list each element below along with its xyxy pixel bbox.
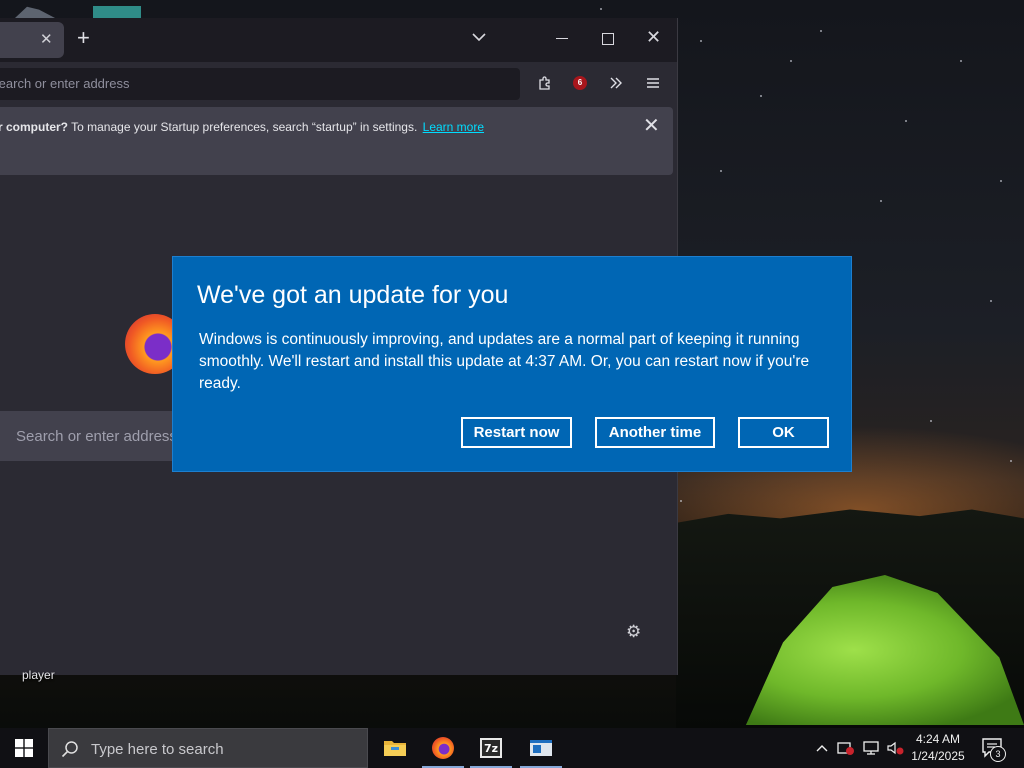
window-close-icon[interactable]: ✕ — [646, 28, 661, 46]
notification-count-badge: 3 — [990, 746, 1006, 762]
taskbar-firefox[interactable] — [419, 728, 467, 768]
new-tab-icon[interactable]: + — [77, 27, 90, 49]
restart-now-button[interactable]: Restart now — [461, 417, 572, 448]
taskbar-clock[interactable]: 4:24 AM 1/24/2025 — [904, 731, 972, 765]
taskbar-7zip[interactable]: 7z — [467, 728, 515, 768]
newtab-settings-gear-icon[interactable]: ⚙ — [626, 622, 641, 642]
list-all-tabs-icon[interactable] — [470, 28, 488, 46]
startup-notification-bar: r computer? To manage your Startup prefe… — [0, 107, 673, 175]
dialog-title: We've got an update for you — [197, 281, 509, 309]
browser-tab[interactable]: ✕ — [0, 22, 64, 58]
taskbar-file-explorer[interactable] — [371, 728, 419, 768]
7zip-icon: 7z — [480, 738, 502, 758]
firefox-navbar: 6 — [0, 62, 677, 104]
window-app-icon — [530, 740, 552, 756]
clock-time: 4:24 AM — [915, 732, 961, 746]
learn-more-link[interactable]: Learn more — [423, 120, 484, 134]
extensions-icon[interactable] — [535, 73, 555, 93]
address-input[interactable] — [0, 75, 492, 92]
taskbar-window-app[interactable] — [517, 728, 565, 768]
network-icon[interactable] — [861, 738, 881, 758]
address-bar[interactable] — [0, 68, 520, 100]
minimize-icon[interactable] — [556, 38, 568, 39]
notification-text: To manage your Startup preferences, sear… — [68, 120, 418, 134]
clock-date: 1/24/2025 — [911, 749, 965, 763]
volume-muted-icon[interactable] — [885, 738, 905, 758]
show-hidden-icons-chevron-icon[interactable] — [812, 738, 832, 758]
taskbar-search-box[interactable] — [48, 728, 368, 768]
taskbar-search-input[interactable] — [89, 740, 363, 759]
another-time-button[interactable]: Another time — [595, 417, 715, 448]
menu-icon[interactable] — [643, 73, 663, 93]
start-button[interactable] — [0, 728, 48, 768]
windows-logo-icon — [15, 739, 33, 757]
file-explorer-icon — [384, 741, 406, 756]
security-alert-icon[interactable] — [836, 738, 856, 758]
notification-close-icon[interactable]: ✕ — [643, 116, 660, 136]
notification-bold-text: r computer? — [0, 120, 69, 134]
dialog-message: Windows is continuously improving, and u… — [199, 331, 810, 392]
firefox-icon — [432, 737, 454, 759]
tab-close-icon[interactable]: ✕ — [40, 30, 53, 48]
update-dialog: We've got an update for you Windows is c… — [172, 256, 852, 472]
ok-button[interactable]: OK — [738, 417, 829, 448]
firefox-titlebar: ✕ + ✕ — [0, 18, 677, 62]
taskbar: 7z 4:24 AM 1/24/2025 3 — [0, 728, 1024, 768]
extension-badge[interactable]: 6 — [573, 76, 587, 90]
more-tools-icon[interactable] — [606, 73, 626, 93]
search-icon — [61, 741, 78, 758]
desktop-icon-label[interactable]: player — [22, 668, 55, 682]
notification-message: r computer? To manage your Startup prefe… — [0, 120, 484, 134]
maximize-icon[interactable] — [602, 33, 614, 45]
